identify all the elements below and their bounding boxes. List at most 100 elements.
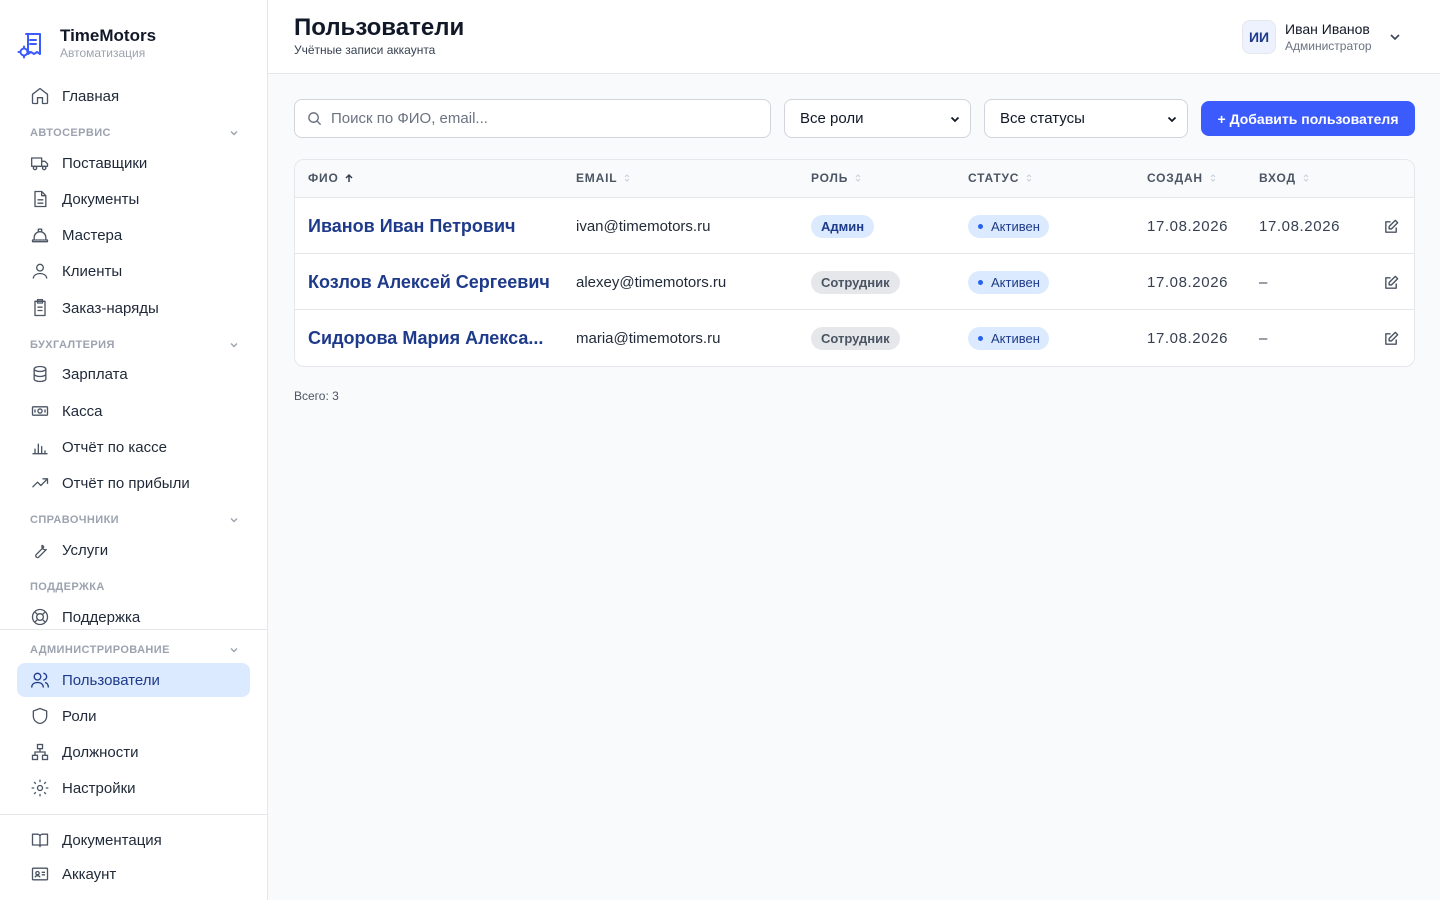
user-name-link[interactable]: Козлов Алексей Сергеевич: [308, 272, 550, 293]
bar-chart-icon: [32, 443, 48, 455]
edit-icon[interactable]: [1383, 330, 1400, 347]
last-login: 17.08.2026: [1259, 217, 1341, 235]
status-label: Активен: [991, 330, 1040, 346]
sidebar-item-label: Отчёт по кассе: [62, 438, 167, 456]
search-input[interactable]: [331, 110, 751, 127]
column-header-name[interactable]: ФИО: [308, 171, 354, 185]
sidebar-item-label: Заказ-наряды: [62, 299, 159, 317]
hard-hat-icon: [31, 228, 49, 243]
column-header-login[interactable]: ВХОД: [1259, 171, 1311, 185]
status-filter-select[interactable]: Все статусы: [984, 99, 1188, 138]
chevron-down-icon: [230, 343, 238, 348]
sidebar-item-users[interactable]: Пользователи: [17, 663, 250, 697]
sidebar-item-documentation[interactable]: Документация: [17, 823, 250, 857]
brand[interactable]: TimeMotors Автоматизация: [17, 26, 257, 66]
sidebar-item-clients[interactable]: Клиенты: [17, 254, 250, 288]
role-filter-select[interactable]: Все роли: [784, 99, 971, 138]
gear-icon: [31, 779, 49, 797]
user-email: ivan@timemotors.ru: [576, 217, 711, 235]
column-label: ВХОД: [1259, 171, 1296, 185]
edit-icon[interactable]: [1383, 218, 1400, 235]
section-title: ПОДДЕРЖКА: [30, 581, 105, 593]
sidebar-item-label: Мастера: [62, 226, 123, 244]
book-icon: [31, 833, 49, 848]
section-accounting[interactable]: БУХГАЛТЕРИЯ: [30, 338, 240, 352]
avatar: ИИ: [1242, 20, 1276, 54]
user-icon: [32, 263, 48, 279]
sort-icon: [1303, 174, 1309, 182]
sidebar-item-roles[interactable]: Роли: [17, 699, 250, 733]
sidebar-item-label: Аккаунт: [62, 865, 117, 883]
sidebar-item-documents[interactable]: Документы: [17, 182, 250, 216]
chevron-down-icon: [230, 131, 238, 136]
last-login: –: [1259, 329, 1268, 347]
user-name-link[interactable]: Сидорова Мария Алекса...: [308, 328, 543, 349]
sidebar-item-services[interactable]: Услуги: [17, 533, 250, 567]
shield-icon: [32, 707, 48, 725]
logo-icon: [17, 33, 41, 59]
section-title: АВТОСЕРВИС: [30, 127, 111, 139]
search-icon: [308, 112, 322, 126]
sidebar-item-cash[interactable]: Касса: [17, 394, 250, 428]
user-name-link[interactable]: Иванов Иван Петрович: [308, 216, 515, 237]
document-icon: [34, 190, 47, 208]
page-subtitle: Учётные записи аккаунта: [294, 43, 436, 57]
sidebar-item-account[interactable]: Аккаунт: [17, 857, 250, 891]
sidebar-divider: [0, 814, 268, 815]
chevron-down-icon: [1167, 116, 1177, 122]
sidebar-item-suppliers[interactable]: Поставщики: [17, 146, 250, 180]
section-administration[interactable]: АДМИНИСТРИРОВАНИЕ: [30, 643, 240, 657]
sidebar-item-label: Главная: [62, 87, 120, 105]
column-header-email[interactable]: EMAIL: [576, 171, 632, 185]
database-icon: [33, 365, 47, 383]
status-badge: Активен: [968, 326, 1049, 350]
chevron-down-icon: [230, 518, 238, 523]
table-row: Сидорова Мария Алекса... maria@timemotor…: [295, 310, 1414, 366]
column-label: EMAIL: [576, 171, 618, 185]
sidebar-item-label: Услуги: [62, 541, 109, 559]
section-autoservice[interactable]: АВТОСЕРВИС: [30, 126, 240, 140]
clipboard-icon: [34, 299, 46, 317]
chevron-down-icon: [1390, 34, 1400, 41]
users-icon: [31, 672, 49, 688]
user-info: Иван Иванов Администратор: [1285, 21, 1372, 53]
trending-up-icon: [32, 478, 49, 488]
sidebar-item-home[interactable]: Главная: [17, 79, 250, 113]
column-header-created[interactable]: СОЗДАН: [1147, 171, 1218, 185]
lifebuoy-icon: [31, 608, 49, 626]
sidebar-item-label: Зарплата: [62, 365, 128, 383]
sidebar-item-label: Поставщики: [62, 154, 148, 172]
last-login: –: [1259, 273, 1268, 291]
org-chart-icon: [31, 743, 49, 761]
created-date: 17.08.2026: [1147, 273, 1229, 291]
created-date: 17.08.2026: [1147, 217, 1229, 235]
sidebar-item-work-orders[interactable]: Заказ-наряды: [17, 291, 250, 325]
sidebar-item-profit-report[interactable]: Отчёт по прибыли: [17, 466, 250, 500]
users-table: ФИО EMAIL РОЛЬ СТАТУС СОЗДАН ВХОД Иванов…: [294, 159, 1415, 367]
user-role: Администратор: [1285, 39, 1372, 53]
sidebar-item-masters[interactable]: Мастера: [17, 218, 250, 252]
column-label: ФИО: [308, 171, 339, 185]
sidebar-item-settings[interactable]: Настройки: [17, 771, 250, 805]
user-menu[interactable]: ИИ Иван Иванов Администратор: [1242, 17, 1412, 57]
section-support: ПОДДЕРЖКА: [30, 580, 240, 594]
status-label: Активен: [991, 274, 1040, 290]
edit-icon[interactable]: [1383, 274, 1400, 291]
total-count: Всего: 3: [294, 389, 339, 403]
sidebar-item-label: Документы: [62, 190, 140, 208]
sort-asc-icon: [345, 173, 353, 182]
page-header: Пользователи Учётные записи аккаунта ИИ …: [268, 0, 1440, 74]
sidebar-item-label: Документация: [62, 831, 162, 849]
column-header-role[interactable]: РОЛЬ: [811, 171, 863, 185]
column-header-status[interactable]: СТАТУС: [968, 171, 1034, 185]
sidebar-item-cash-report[interactable]: Отчёт по кассе: [17, 430, 250, 464]
add-user-button[interactable]: + Добавить пользователя: [1201, 101, 1415, 136]
sidebar-item-label: Настройки: [62, 779, 136, 797]
sidebar-item-salary[interactable]: Зарплата: [17, 357, 250, 391]
sidebar-item-positions[interactable]: Должности: [17, 735, 250, 769]
status-dot: [978, 279, 983, 285]
id-card-icon: [31, 867, 49, 881]
search-field[interactable]: [294, 99, 771, 138]
section-references[interactable]: СПРАВОЧНИКИ: [30, 513, 240, 527]
table-row: Козлов Алексей Сергеевич alexey@timemoto…: [295, 254, 1414, 310]
